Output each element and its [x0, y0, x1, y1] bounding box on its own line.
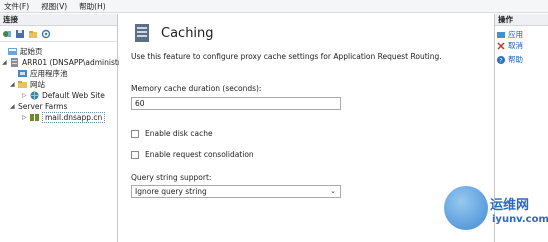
collapse-icon[interactable]: ◢ [10, 81, 16, 88]
expand-icon[interactable]: ▷ [22, 92, 28, 99]
collapse-icon[interactable]: ◢ [10, 103, 16, 110]
page-description: Use this feature to configure proxy cach… [131, 52, 442, 61]
menu-view[interactable]: 视图(V) [41, 1, 67, 12]
tree-item-server-farms[interactable]: ◢ Server Farms [10, 101, 67, 112]
tree-item-sites[interactable]: ◢ 网站 [10, 79, 45, 90]
cancel-label: 取消 [508, 41, 523, 50]
globe-icon [30, 91, 39, 100]
help-label: 帮助 [508, 55, 523, 64]
watermark-brand: 运维网 [490, 198, 530, 213]
save-icon[interactable] [15, 29, 25, 39]
request-consolidation-checkbox[interactable] [131, 150, 139, 159]
disk-cache-checkbox[interactable] [131, 129, 139, 138]
tree-label-app-pools: 应用程序池 [30, 69, 68, 78]
folder-up-icon[interactable] [28, 29, 38, 39]
query-string-select[interactable]: Ignore query string ⌄ [131, 185, 341, 198]
connections-header: 连接 [0, 14, 117, 26]
caching-icon [131, 22, 153, 44]
disk-cache-option[interactable]: Enable disk cache [131, 129, 213, 138]
connections-toolbar [0, 26, 117, 42]
watermark-url: iyunv.com [492, 214, 548, 225]
connections-pane: 连接 起始页 ◢ ARR01 (DNSAPP\administra 应用程序池 [0, 14, 126, 242]
expand-icon[interactable]: ▷ [22, 114, 28, 121]
tree-label-server-farms: Server Farms [18, 102, 68, 111]
menu-file[interactable]: 文件(F) [4, 1, 29, 12]
menu-help[interactable]: 帮助(H) [79, 1, 106, 12]
cancel-action[interactable]: 取消 [495, 40, 548, 51]
connect-icon[interactable] [2, 29, 12, 39]
memory-duration-label: Memory cache duration (seconds): [131, 84, 262, 93]
apply-label: 应用 [508, 30, 523, 39]
svg-text:?: ? [499, 57, 502, 64]
app-pools-icon [18, 69, 27, 78]
query-string-label: Query string support: [131, 173, 212, 182]
tree-item-default-site[interactable]: ▷ Default Web Site [22, 90, 105, 101]
query-string-value: Ignore query string [135, 187, 207, 196]
watermark-logo-icon [444, 186, 488, 230]
connections-tree: 起始页 ◢ ARR01 (DNSAPP\administra 应用程序池 ◢ 网… [0, 42, 126, 123]
apply-icon [497, 31, 505, 39]
start-page-icon [8, 47, 17, 56]
main-content: Caching Use this feature to configure pr… [119, 14, 494, 242]
watermark: 运维网 iyunv.com [440, 184, 548, 242]
page-title-text: Caching [161, 25, 214, 41]
tree-item-farm[interactable]: ▷ mail.dnsapp.cn [22, 112, 106, 123]
help-action[interactable]: ? 帮助 [495, 54, 548, 65]
disk-cache-label: Enable disk cache [145, 129, 213, 138]
refresh-connection-icon[interactable] [41, 29, 51, 39]
server-icon [10, 58, 19, 67]
memory-duration-input[interactable]: 60 [131, 97, 341, 110]
page-title: Caching [131, 22, 214, 44]
request-consolidation-label: Enable request consolidation [145, 150, 254, 159]
help-icon: ? [497, 55, 505, 64]
tree-item-server[interactable]: ◢ ARR01 (DNSAPP\administra [2, 57, 126, 68]
sites-folder-icon [18, 80, 27, 89]
collapse-icon[interactable]: ◢ [2, 59, 8, 66]
tree-label-default-site: Default Web Site [42, 91, 105, 100]
tree-item-start-page[interactable]: 起始页 [8, 46, 43, 57]
request-consolidation-option[interactable]: Enable request consolidation [131, 150, 254, 159]
menu-bar: 文件(F) 视图(V) 帮助(H) [0, 0, 548, 13]
chevron-down-icon: ⌄ [330, 187, 336, 195]
apply-action[interactable]: 应用 [495, 29, 548, 40]
tree-label-server: ARR01 (DNSAPP\administra [22, 58, 126, 67]
tree-label-start-page: 起始页 [20, 47, 43, 56]
actions-header: 操作 [495, 14, 548, 26]
tree-label-farm: mail.dnsapp.cn [42, 112, 106, 123]
tree-label-sites: 网站 [30, 80, 45, 89]
tree-item-app-pools[interactable]: 应用程序池 [18, 68, 68, 79]
cancel-icon [497, 41, 505, 50]
server-farm-icon [30, 113, 39, 122]
